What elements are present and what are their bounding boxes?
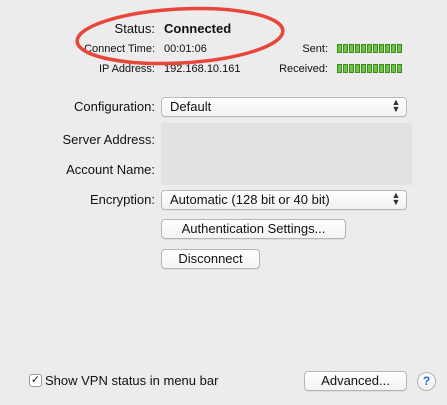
meter-segment <box>385 64 390 73</box>
advanced-button[interactable]: Advanced... <box>304 371 407 391</box>
meter-segment <box>337 64 342 73</box>
meter-segment <box>373 44 378 53</box>
meter-segment <box>355 64 360 73</box>
encryption-label: Encryption: <box>89 192 155 207</box>
show-vpn-status-checkbox[interactable]: ✓ <box>29 374 42 387</box>
meter-segment <box>343 44 348 53</box>
meter-segment <box>349 44 354 53</box>
chevron-updown-icon: ▲ ▼ <box>391 97 401 114</box>
sent-meter <box>337 44 402 53</box>
meter-segment <box>361 64 366 73</box>
meter-segment <box>349 64 354 73</box>
disconnect-button[interactable]: Disconnect <box>161 249 260 269</box>
ip-address-value: 192.168.10.161 <box>164 63 241 75</box>
meter-segment <box>397 44 402 53</box>
meter-segment <box>385 44 390 53</box>
meter-segment <box>337 44 342 53</box>
meter-segment <box>379 44 384 53</box>
server-address-label: Server Address: <box>62 132 156 147</box>
meter-segment <box>367 44 372 53</box>
meter-segment <box>355 44 360 53</box>
status-label: Status: <box>114 21 155 36</box>
configuration-value: Default <box>170 99 212 114</box>
status-value: Connected <box>164 21 232 36</box>
received-meter <box>337 64 402 73</box>
authentication-settings-button[interactable]: Authentication Settings... <box>161 219 346 239</box>
encryption-select[interactable]: Automatic (128 bit or 40 bit) ▲ ▼ <box>161 190 407 210</box>
account-name-label: Account Name: <box>66 162 155 177</box>
connect-time-label: Connect Time: <box>84 43 155 55</box>
meter-segment <box>379 64 384 73</box>
encryption-value: Automatic (128 bit or 40 bit) <box>170 192 330 207</box>
chevron-updown-icon: ▲ ▼ <box>391 190 401 207</box>
meter-segment <box>397 64 402 73</box>
help-button[interactable]: ? <box>417 372 436 391</box>
show-vpn-status-label[interactable]: Show VPN status in menu bar <box>45 373 218 389</box>
meter-segment <box>361 44 366 53</box>
sent-label: Sent: <box>302 43 328 55</box>
server-account-field-area <box>161 123 412 185</box>
received-label: Received: <box>279 63 328 75</box>
meter-segment <box>391 64 396 73</box>
meter-segment <box>373 64 378 73</box>
meter-segment <box>343 64 348 73</box>
meter-segment <box>391 44 396 53</box>
meter-segment <box>367 64 372 73</box>
ip-address-label: IP Address: <box>98 63 155 75</box>
configuration-label: Configuration: <box>74 99 155 114</box>
configuration-select[interactable]: Default ▲ ▼ <box>161 97 407 117</box>
connect-time-value: 00:01:06 <box>164 43 207 55</box>
